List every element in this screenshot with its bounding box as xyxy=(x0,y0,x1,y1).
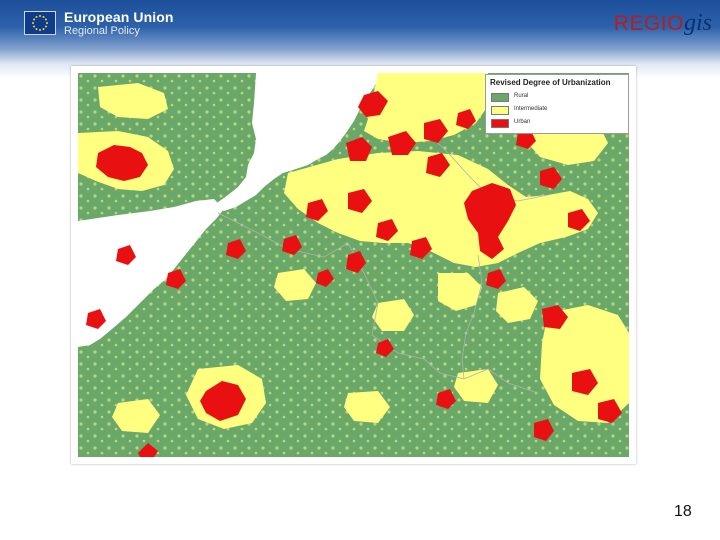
legend-swatch-urban xyxy=(491,119,509,128)
regiogis-logo: REGIOgis xyxy=(614,10,712,37)
legend-label-rural: Rural xyxy=(514,93,529,99)
map-legend: Revised Degree of Urbanization Rural Int… xyxy=(485,74,629,134)
org-name: European Union xyxy=(64,9,174,25)
legend-label-urban: Urban xyxy=(514,119,531,125)
regiogis-gis: gis xyxy=(683,10,712,36)
legend-swatch-rural xyxy=(491,93,509,102)
eu-stars-icon xyxy=(32,15,48,31)
legend-label-intermediate: Intermediate xyxy=(514,106,548,112)
page-number: 18 xyxy=(674,503,692,520)
legend-title: Revised Degree of Urbanization xyxy=(490,78,611,87)
eu-flag-icon xyxy=(24,11,56,35)
org-subtitle: Regional Policy xyxy=(64,25,140,37)
regiogis-regio: REGIO xyxy=(613,12,684,35)
legend-swatch-intermediate xyxy=(491,106,509,115)
urbanization-map-frame: Revised Degree of Urbanization Rural Int… xyxy=(71,66,636,464)
eu-regional-policy-title: European Union Regional Policy xyxy=(64,10,174,38)
